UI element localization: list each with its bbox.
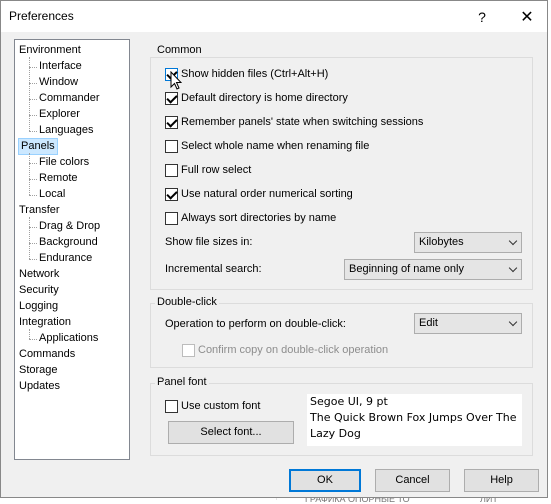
- use-custom-font-label: Use custom font: [181, 400, 261, 412]
- tree-connector: [29, 227, 37, 228]
- double-click-operation-label: Operation to perform on double-click:: [165, 318, 346, 330]
- font-sample-line2: Lazy Dog: [310, 427, 361, 440]
- close-icon: ✕: [520, 8, 534, 26]
- tree-connector: [29, 99, 37, 100]
- window-title: Preferences: [9, 9, 74, 23]
- tree-item-security[interactable]: Security: [19, 283, 59, 298]
- remember-panels-state-label: Remember panels' state when switching se…: [181, 116, 424, 128]
- tree-item-explorer[interactable]: Explorer: [39, 107, 80, 122]
- tree-item-languages[interactable]: Languages: [39, 123, 93, 138]
- full-row-select-label: Full row select: [181, 164, 252, 176]
- double-click-operation-value: Edit: [419, 317, 438, 329]
- full-row-select-checkbox[interactable]: Full row select: [165, 162, 251, 178]
- sort-directories-by-name-label: Always sort directories by name: [181, 212, 337, 224]
- incremental-search-value: Beginning of name only: [349, 263, 464, 275]
- file-sizes-value: Kilobytes: [419, 236, 464, 248]
- select-whole-name-checkbox[interactable]: Select whole name when renaming file: [165, 138, 369, 154]
- tree-connector: [29, 83, 37, 84]
- tree-item-window[interactable]: Window: [39, 75, 78, 90]
- tree-item-updates[interactable]: Updates: [19, 379, 60, 394]
- tree-connector: [29, 163, 37, 164]
- chevron-down-icon: [508, 236, 518, 246]
- select-font-button[interactable]: Select font...: [168, 421, 294, 444]
- tree-item-transfer[interactable]: Transfer: [19, 203, 60, 218]
- tree-item-network[interactable]: Network: [19, 267, 59, 282]
- tree-connector: [29, 115, 37, 116]
- double-click-group-title: Double-click: [155, 296, 219, 308]
- use-custom-font-checkbox-box[interactable]: [165, 399, 178, 413]
- question-icon: ?: [478, 8, 486, 25]
- tree-connector: [29, 131, 37, 132]
- help-title-button[interactable]: ?: [459, 1, 505, 32]
- tree-item-environment[interactable]: Environment: [19, 43, 81, 58]
- tree-connector: [29, 179, 37, 180]
- font-sample-line1: The Quick Brown Fox Jumps Over The: [310, 411, 517, 424]
- incremental-search-label: Incremental search:: [165, 263, 262, 275]
- tree-item-storage[interactable]: Storage: [19, 363, 58, 378]
- preferences-tree[interactable]: Environment Interface Window Commander Explo…: [14, 39, 130, 460]
- double-click-operation-select[interactable]: Edit: [414, 313, 522, 334]
- remember-panels-state-checkbox[interactable]: Remember panels' state when switching se…: [165, 114, 423, 130]
- tree-item-endurance[interactable]: Endurance: [39, 251, 92, 266]
- font-name: Segoe UI, 9 pt: [310, 395, 388, 408]
- incremental-search-select[interactable]: Beginning of name only: [344, 259, 522, 280]
- use-custom-font-checkbox[interactable]: Use custom font: [165, 398, 260, 414]
- show-hidden-files-label: Show hidden files (Ctrl+Alt+H): [181, 68, 329, 80]
- confirm-copy-checkbox-box[interactable]: [182, 343, 195, 357]
- tree-connector: [29, 243, 37, 244]
- natural-order-sorting-label: Use natural order numerical sorting: [181, 188, 353, 200]
- title-bar: Preferences ? ✕: [1, 1, 547, 32]
- tree-item-remote[interactable]: Remote: [39, 171, 78, 186]
- chevron-down-icon: [508, 263, 518, 273]
- tree-connector: [29, 153, 30, 195]
- mouse-cursor-icon: [170, 71, 182, 90]
- ok-button[interactable]: OK: [289, 469, 361, 492]
- common-group-title: Common: [155, 44, 204, 56]
- tree-connector: [29, 57, 30, 131]
- default-directory-home-checkbox[interactable]: Default directory is home directory: [165, 90, 348, 106]
- cancel-button[interactable]: Cancel: [375, 469, 450, 492]
- show-hidden-files-checkbox[interactable]: Show hidden files (Ctrl+Alt+H): [165, 66, 328, 82]
- close-button[interactable]: ✕: [504, 1, 550, 32]
- help-button[interactable]: Help: [464, 469, 539, 492]
- confirm-copy-label: Confirm copy on double-click operation: [198, 344, 389, 356]
- confirm-copy-checkbox[interactable]: Confirm copy on double-click operation: [182, 342, 388, 358]
- tree-item-commands[interactable]: Commands: [19, 347, 75, 362]
- tree-connector: [29, 329, 30, 339]
- tree-item-local[interactable]: Local: [39, 187, 65, 202]
- font-preview: Segoe UI, 9 pt The Quick Brown Fox Jumps…: [307, 394, 522, 446]
- chevron-down-icon: [508, 317, 518, 327]
- file-sizes-select[interactable]: Kilobytes: [414, 232, 522, 253]
- tree-item-background[interactable]: Background: [39, 235, 98, 250]
- panel-font-group-title: Panel font: [155, 376, 209, 388]
- tree-connector: [29, 67, 37, 68]
- tree-connector: [29, 339, 37, 340]
- tree-item-integration[interactable]: Integration: [19, 315, 71, 330]
- tree-item-file-colors[interactable]: File colors: [39, 155, 89, 170]
- natural-order-sorting-checkbox[interactable]: Use natural order numerical sorting: [165, 186, 353, 202]
- full-row-select-checkbox-box[interactable]: [165, 163, 178, 177]
- sort-directories-by-name-checkbox[interactable]: Always sort directories by name: [165, 210, 336, 226]
- tree-item-drag-drop[interactable]: Drag & Drop: [39, 219, 100, 234]
- tree-connector: [29, 195, 37, 196]
- select-whole-name-checkbox-box[interactable]: [165, 139, 178, 153]
- sort-directories-by-name-checkbox-box[interactable]: [165, 211, 178, 225]
- select-whole-name-label: Select whole name when renaming file: [181, 140, 370, 152]
- tree-item-commander[interactable]: Commander: [39, 91, 100, 106]
- tree-item-interface[interactable]: Interface: [39, 59, 82, 74]
- tree-connector: [29, 217, 30, 259]
- preferences-dialog: Preferences ? ✕ Environment Interface Wind…: [0, 0, 548, 498]
- default-directory-home-checkbox-box[interactable]: [165, 91, 178, 105]
- tree-connector: [29, 259, 37, 260]
- remember-panels-state-checkbox-box[interactable]: [165, 115, 178, 129]
- tree-item-panels[interactable]: Panels: [18, 138, 58, 155]
- tree-item-applications[interactable]: Applications: [39, 331, 98, 346]
- tree-item-logging[interactable]: Logging: [19, 299, 58, 314]
- file-sizes-label: Show file sizes in:: [165, 236, 253, 248]
- default-directory-home-label: Default directory is home directory: [181, 92, 348, 104]
- natural-order-sorting-checkbox-box[interactable]: [165, 187, 178, 201]
